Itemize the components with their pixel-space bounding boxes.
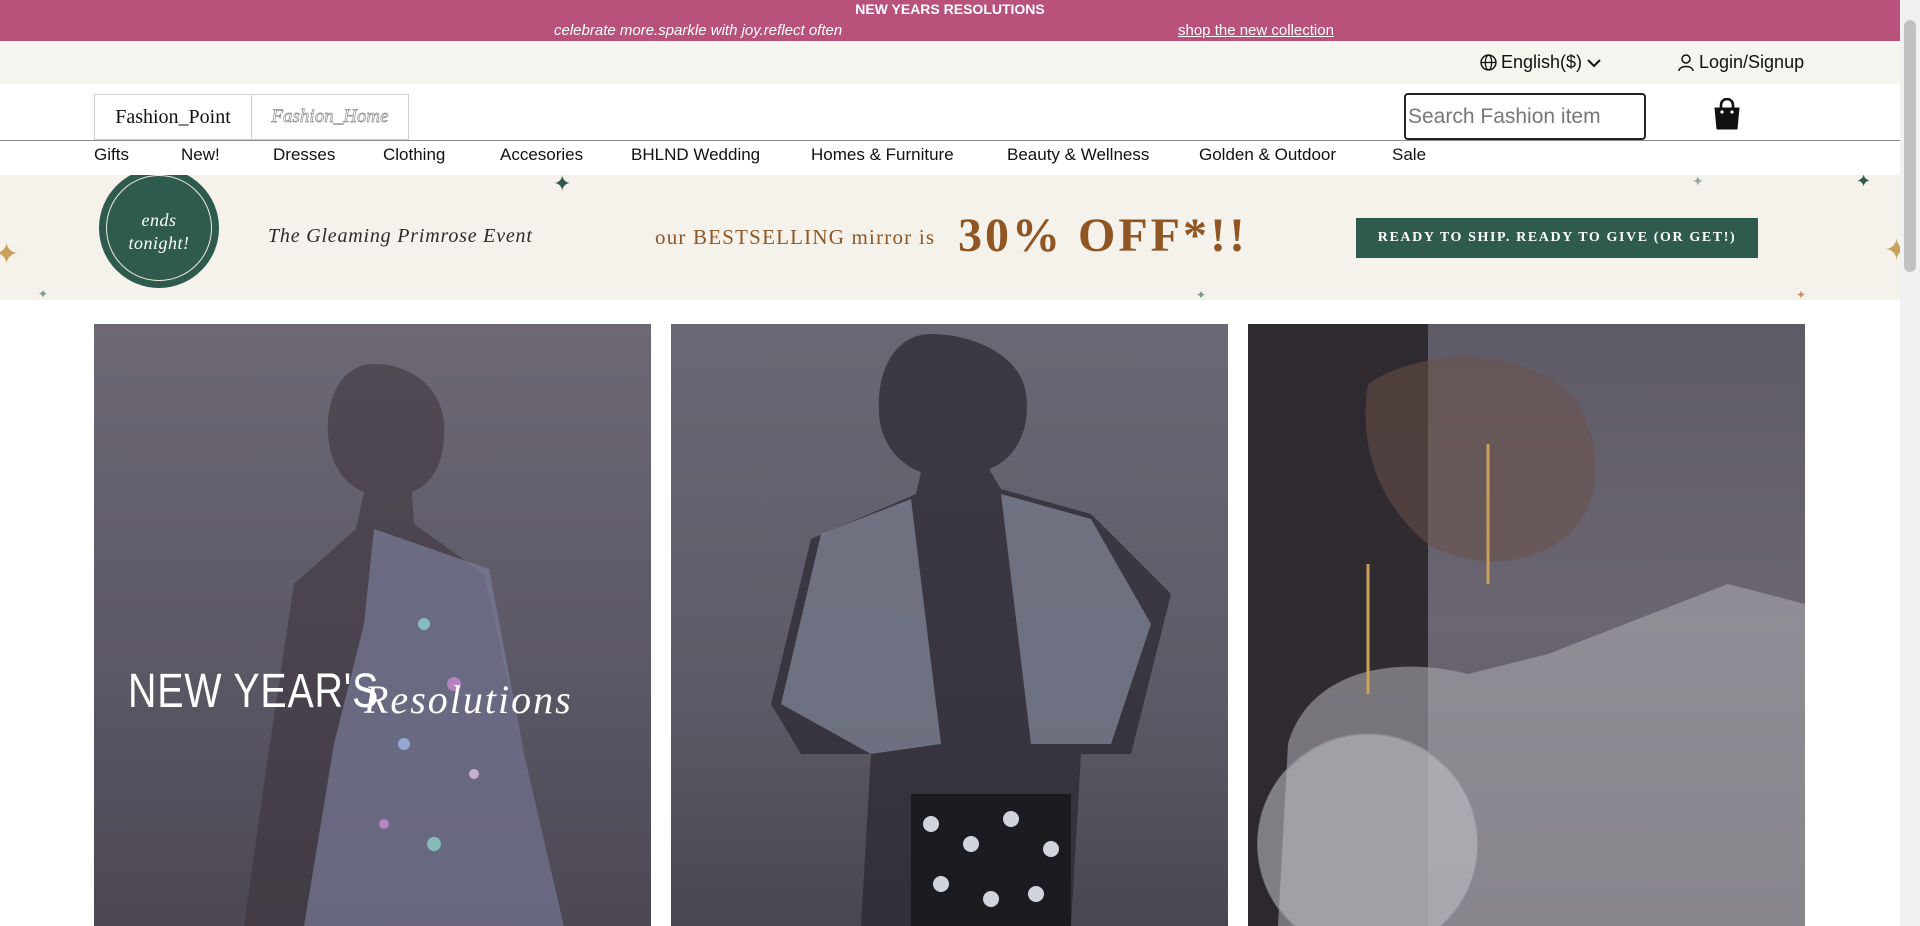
login-label: Login/Signup [1699, 52, 1805, 72]
page-scrollbar[interactable] [1900, 0, 1920, 926]
globe-icon [1480, 54, 1497, 71]
promo-banner[interactable]: ✦ ✦ ✦ ✦ ✦ ✦ ✦ ✦ ends tonight! The Gleami… [0, 175, 1900, 300]
event-title: The Gleaming Primrose Event [268, 225, 533, 247]
utility-bar: English($) Login/Signup [0, 41, 1900, 84]
sparkle-icon: ✦ [1196, 288, 1207, 300]
nav-item-bhlnd-wedding[interactable]: BHLND Wedding [631, 145, 760, 165]
nav-item-beauty-wellness[interactable]: Beauty & Wellness [1007, 145, 1149, 165]
announcement-subtext: celebrate more.sparkle with joy.reflect … [554, 22, 843, 39]
model-illustration-2 [771, 334, 1171, 926]
logo-fashion-point[interactable]: Fashion_Point [94, 94, 252, 140]
nav-item-golden-outdoor[interactable]: Golden & Outdoor [1199, 145, 1336, 165]
sparkle-icon: ✦ [38, 287, 49, 300]
search-input[interactable] [1404, 93, 1646, 140]
language-selector[interactable]: English($) [1480, 52, 1602, 73]
shopping-bag-icon[interactable] [1712, 98, 1742, 130]
nav-item-gifts[interactable]: Gifts [94, 145, 129, 165]
nav-item-sale[interactable]: Sale [1392, 145, 1426, 165]
nav-item-new[interactable]: New! [181, 145, 220, 165]
nav-item-accesories[interactable]: Accesories [500, 145, 583, 165]
nav-item-homes-furniture[interactable]: Homes & Furniture [811, 145, 954, 165]
shop-collection-link[interactable]: shop the new collection [1178, 22, 1334, 39]
announcement-bar: NEW YEARS RESOLUTIONS celebrate more.spa… [0, 0, 1900, 41]
login-signup-link[interactable]: Login/Signup [1678, 52, 1804, 73]
ends-tonight-badge: ends tonight! [99, 175, 219, 288]
sparkle-icon: ✦ [553, 175, 572, 196]
badge-ring [106, 175, 212, 281]
model-illustration-1 [244, 364, 564, 926]
chevron-down-icon [1587, 58, 1601, 67]
overlay-title: NEW YEAR'S [128, 665, 380, 718]
hero-image-sequin-top[interactable] [1248, 324, 1805, 926]
user-icon [1678, 53, 1694, 71]
logo-fashion-home[interactable]: Fashion_Home [251, 94, 409, 140]
ready-to-ship-button[interactable]: READY TO SHIP. READY TO GIVE (OR GET!) [1356, 218, 1758, 258]
nav-item-clothing[interactable]: Clothing [383, 145, 445, 165]
announcement-headline: NEW YEARS RESOLUTIONS [855, 1, 1045, 17]
mirror-promo-text: our BESTSELLING mirror is [655, 225, 936, 249]
sparkle-icon: ✦ [1856, 175, 1872, 191]
sparkle-icon: ✦ [1796, 288, 1807, 300]
hero-image-sequin-dress[interactable]: NEW YEAR'S Resolutions [94, 324, 651, 926]
main-nav: Gifts New! Dresses Clothing Accesories B… [0, 141, 1900, 175]
model-illustration-3 [1248, 324, 1805, 926]
nav-item-dresses[interactable]: Dresses [273, 145, 335, 165]
language-label: English($) [1501, 52, 1583, 72]
hero-image-sequin-jacket[interactable] [671, 324, 1228, 926]
discount-text: 30% OFF*!! [958, 209, 1248, 262]
scrollbar-thumb[interactable] [1904, 20, 1916, 272]
sparkle-icon: ✦ [1692, 175, 1704, 189]
sparkle-icon: ✦ [1884, 234, 1900, 267]
sparkle-icon: ✦ [0, 238, 20, 271]
overlay-script: Resolutions [364, 677, 573, 722]
site-header: Fashion_Point Fashion_Home [0, 84, 1900, 141]
